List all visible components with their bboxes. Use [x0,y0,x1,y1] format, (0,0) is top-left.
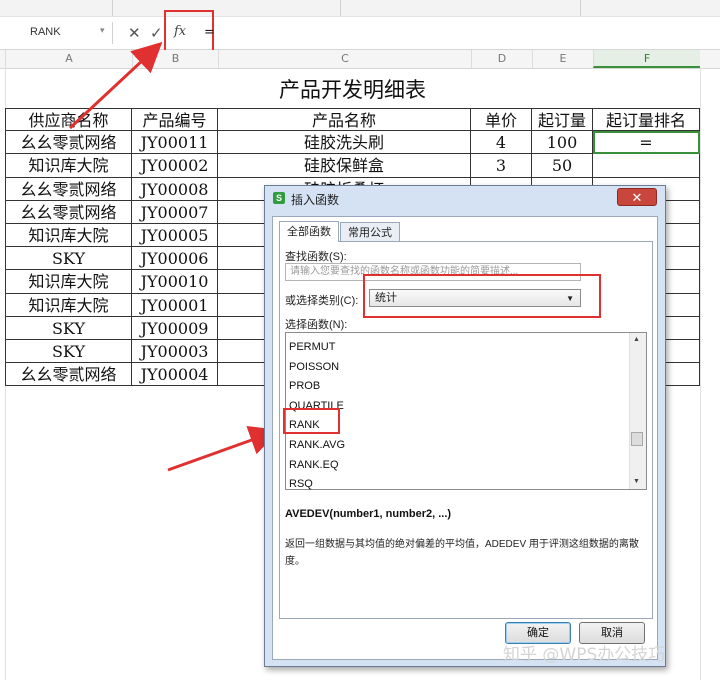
close-icon[interactable]: ✕ [617,188,657,206]
scrollbar-thumb[interactable] [631,432,643,446]
function-list-item[interactable]: PROB [289,380,320,392]
function-list-item[interactable]: RANK.EQ [289,459,339,471]
arrow-to-rank [167,425,280,472]
function-list-scrollbar[interactable] [629,333,646,489]
dialog-titlebar[interactable]: S 插入函数 ✕ [265,186,665,210]
function-list-item[interactable]: PERMUT [289,341,335,353]
function-description: 返回一组数据与其均值的绝对偏差的平均值，ADEDEV 用于评测这组数据的离散度。 [285,539,639,567]
search-label: 查找函数(S): [285,251,347,263]
scroll-down-icon[interactable]: ▼ [633,478,640,485]
active-cell[interactable]: = [593,131,700,154]
insert-function-dialog: S 插入函数 ✕ 全部函数 常用公式 查找函数(S): 请输入您要查找的函数名称… [264,185,666,667]
tab-common-formulas[interactable]: 常用公式 [340,222,400,242]
function-list-item[interactable]: RSQ [289,478,313,490]
function-list-item[interactable]: POISSON [289,361,339,373]
function-list-label: 选择函数(N): [285,319,348,331]
scroll-up-icon[interactable]: ▲ [633,336,640,343]
tab-all-functions[interactable]: 全部函数 [279,221,339,242]
annotation-highlight-box [283,408,340,434]
category-label: 或选择类别(C): [285,295,359,307]
function-signature: AVEDEV(number1, number2, ...) [285,508,452,520]
watermark: 知乎 @WPS办公技巧 [503,645,666,665]
annotation-highlight-box [363,274,601,318]
arrow-to-fx [68,41,163,130]
function-list-item[interactable]: RANK.AVG [289,439,345,451]
wps-app-icon: S [273,192,285,204]
dialog-title: 插入函数 [291,193,340,207]
